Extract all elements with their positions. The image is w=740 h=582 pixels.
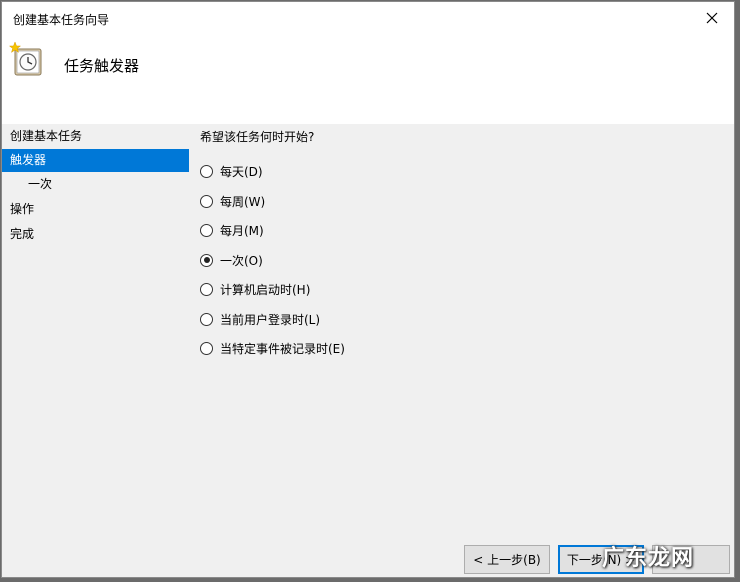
radio-label: 每天(D) (220, 165, 263, 180)
radio-option-once[interactable]: 一次(O) (200, 246, 345, 276)
radio-option-at-logon[interactable]: 当前用户登录时(L) (200, 305, 345, 335)
page-title: 任务触发器 (64, 57, 140, 75)
radio-option-daily[interactable]: 每天(D) (200, 157, 345, 187)
sidebar-item-action[interactable]: 操作 (2, 197, 192, 222)
trigger-question: 希望该任务何时开始? (200, 130, 315, 144)
wizard-header: 任务触发器 (2, 34, 734, 124)
cancel-button[interactable] (652, 545, 730, 574)
radio-button[interactable] (200, 224, 213, 238)
radio-button[interactable] (200, 312, 213, 326)
radio-label: 每周(W) (220, 194, 266, 209)
radio-label: 计算机启动时(H) (220, 283, 311, 298)
sidebar-item-trigger[interactable]: 触发器 (2, 149, 189, 172)
sidebar-item-once[interactable]: 一次 (2, 172, 192, 197)
radio-option-at-startup[interactable]: 计算机启动时(H) (200, 275, 345, 305)
window-title: 创建基本任务向导 (13, 13, 110, 27)
radio-button[interactable] (200, 253, 213, 267)
close-button[interactable] (690, 2, 734, 34)
trigger-panel: 希望该任务何时开始? 每天(D) 每周(W) 每月(M) 一次(O) 计算机启动… (200, 124, 734, 577)
radio-label: 当前用户登录时(L) (220, 312, 321, 327)
title-bar: 创建基本任务向导 (2, 2, 734, 34)
radio-button[interactable] (200, 283, 213, 297)
task-wizard-window: 创建基本任务向导 任务触发器 创建基本任务 触发器 一次 操作 完成 希望该任务… (1, 1, 735, 578)
sidebar-item-create-task[interactable]: 创建基本任务 (2, 124, 192, 149)
wizard-steps-sidebar: 创建基本任务 触发器 一次 操作 完成 (2, 124, 192, 577)
back-button[interactable]: < 上一步(B) (464, 545, 550, 574)
radio-button[interactable] (200, 194, 213, 208)
radio-option-on-event[interactable]: 当特定事件被记录时(E) (200, 334, 345, 364)
sidebar-item-finish[interactable]: 完成 (2, 222, 192, 247)
radio-label: 每月(M) (220, 224, 264, 239)
radio-option-monthly[interactable]: 每月(M) (200, 216, 345, 246)
close-icon (706, 12, 718, 24)
next-button[interactable]: 下一步(N) > (558, 545, 644, 574)
task-clock-icon (8, 41, 42, 76)
radio-label: 当特定事件被记录时(E) (220, 342, 345, 357)
radio-button[interactable] (200, 165, 213, 179)
radio-option-weekly[interactable]: 每周(W) (200, 187, 345, 217)
trigger-options: 每天(D) 每周(W) 每月(M) 一次(O) 计算机启动时(H) 当前用户登录… (200, 157, 345, 364)
radio-label: 一次(O) (220, 253, 263, 268)
radio-button[interactable] (200, 342, 213, 356)
